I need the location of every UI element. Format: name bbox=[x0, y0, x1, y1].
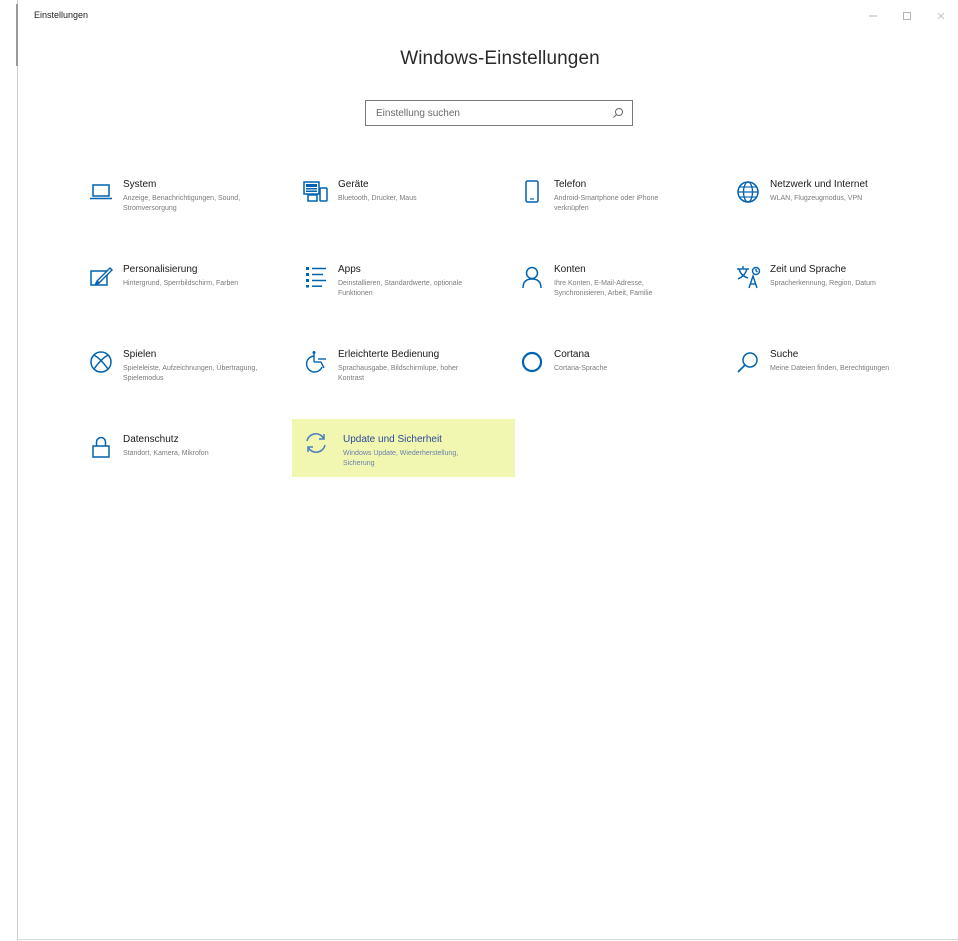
sync-icon bbox=[302, 429, 330, 457]
minimize-icon bbox=[869, 15, 877, 17]
tile-description: Windows Update, Wiederherstellung, Siche… bbox=[343, 450, 459, 467]
search-input[interactable] bbox=[374, 102, 608, 124]
tile-title: Konten bbox=[554, 264, 586, 275]
tile-title: System bbox=[123, 179, 157, 190]
tile-title: Personalisierung bbox=[123, 264, 198, 275]
tile-ease-of-access[interactable]: Erleichterte Bedienung Sprachausgabe, Bi… bbox=[302, 348, 522, 408]
settings-window: Einstellungen Windows-Einstellungen Eins… bbox=[0, 0, 958, 941]
devices-icon bbox=[302, 178, 330, 206]
tile-update-security[interactable]: Update und Sicherheit Windows Update, Wi… bbox=[292, 419, 515, 477]
search-icon[interactable] bbox=[608, 103, 628, 123]
tile-description: Anzeige, Benachrichtigungen, Sound, Stro… bbox=[123, 195, 241, 212]
tile-gaming[interactable]: Spielen Spieleleiste, Aufzeichnungen, Üb… bbox=[87, 348, 307, 408]
tile-accounts[interactable]: Konten Ihre Konten, E-Mail-Adresse, Sync… bbox=[518, 263, 738, 323]
tile-description: Hintergrund, Sperrbildschirm, Farben bbox=[123, 280, 239, 287]
lock-icon bbox=[87, 433, 115, 461]
tile-description: WLAN, Flugzeugmodus, VPN bbox=[770, 195, 863, 202]
search-box[interactable] bbox=[365, 100, 633, 126]
close-icon bbox=[937, 12, 945, 20]
tile-description: Ihre Konten, E-Mail-Adresse, Synchronisi… bbox=[554, 280, 653, 297]
tile-devices[interactable]: Geräte Bluetooth, Drucker, Maus bbox=[302, 178, 522, 238]
tile-description: Deinstallieren, Standardwerte, optionale… bbox=[338, 280, 463, 297]
tile-title: Erleichterte Bedienung bbox=[338, 349, 440, 360]
globe-icon bbox=[734, 178, 762, 206]
app-title: Einstellungen bbox=[34, 10, 89, 20]
tile-description: Spieleleiste, Aufzeichnungen, Übertragun… bbox=[123, 365, 258, 382]
tile-privacy[interactable]: Datenschutz Standort, Kamera, Mikrofon bbox=[87, 433, 307, 493]
tile-description: Android-Smartphone oder iPhone verknüpfe… bbox=[554, 195, 659, 212]
person-icon bbox=[518, 263, 546, 291]
paintbrush-icon bbox=[87, 263, 115, 291]
apps-list-icon bbox=[302, 263, 330, 291]
tile-description: Standort, Kamera, Mikrofon bbox=[123, 450, 209, 457]
tile-title: Update und Sicherheit bbox=[343, 434, 442, 445]
tile-cortana[interactable]: Cortana Cortana-Sprache bbox=[518, 348, 738, 408]
tile-network[interactable]: Netzwerk und Internet WLAN, Flugzeugmodu… bbox=[734, 178, 954, 238]
tile-title: Cortana bbox=[554, 349, 590, 360]
tile-description: Cortana-Sprache bbox=[554, 365, 608, 372]
tile-phone[interactable]: Telefon Android-Smartphone oder iPhone v… bbox=[518, 178, 738, 238]
tile-description: Sprachausgabe, Bildschirmlupe, hoher Kon… bbox=[338, 365, 459, 382]
maximize-icon bbox=[903, 12, 911, 20]
close-button[interactable] bbox=[924, 0, 958, 32]
tile-description: Bluetooth, Drucker, Maus bbox=[338, 195, 417, 202]
tile-title: Telefon bbox=[554, 179, 587, 190]
tile-title: Datenschutz bbox=[123, 434, 179, 445]
tile-description: Meine Dateien finden, Berechtigungen bbox=[770, 365, 890, 372]
language-icon bbox=[734, 263, 762, 291]
ease-of-access-icon bbox=[302, 348, 330, 376]
tile-title: Suche bbox=[770, 349, 799, 360]
window-controls bbox=[856, 0, 958, 32]
tile-time-language[interactable]: Zeit und Sprache Spracherkennung, Region… bbox=[734, 263, 954, 323]
tile-system[interactable]: System Anzeige, Benachrichtigungen, Soun… bbox=[87, 178, 307, 238]
tile-title: Apps bbox=[338, 264, 361, 275]
phone-icon bbox=[518, 178, 546, 206]
tile-description: Spracherkennung, Region, Datum bbox=[770, 280, 876, 287]
tile-search[interactable]: Suche Meine Dateien finden, Berechtigung… bbox=[734, 348, 954, 408]
laptop-icon bbox=[87, 178, 115, 206]
tile-title: Geräte bbox=[338, 179, 369, 190]
xbox-icon bbox=[87, 348, 115, 376]
minimize-button[interactable] bbox=[856, 0, 890, 32]
tile-title: Netzwerk und Internet bbox=[770, 179, 868, 190]
search-icon bbox=[734, 348, 762, 376]
maximize-button[interactable] bbox=[890, 0, 924, 32]
tile-apps[interactable]: Apps Deinstallieren, Standardwerte, opti… bbox=[302, 263, 522, 323]
cortana-icon bbox=[518, 348, 546, 376]
title-bar[interactable]: Einstellungen bbox=[18, 0, 958, 32]
tile-title: Spielen bbox=[123, 349, 157, 360]
window-bottom-border bbox=[17, 939, 958, 940]
tile-title: Zeit und Sprache bbox=[770, 264, 847, 275]
window-left-border bbox=[17, 0, 18, 941]
page-title: Windows-Einstellungen bbox=[400, 48, 600, 69]
tile-personalization[interactable]: Personalisierung Hintergrund, Sperrbilds… bbox=[87, 263, 307, 323]
